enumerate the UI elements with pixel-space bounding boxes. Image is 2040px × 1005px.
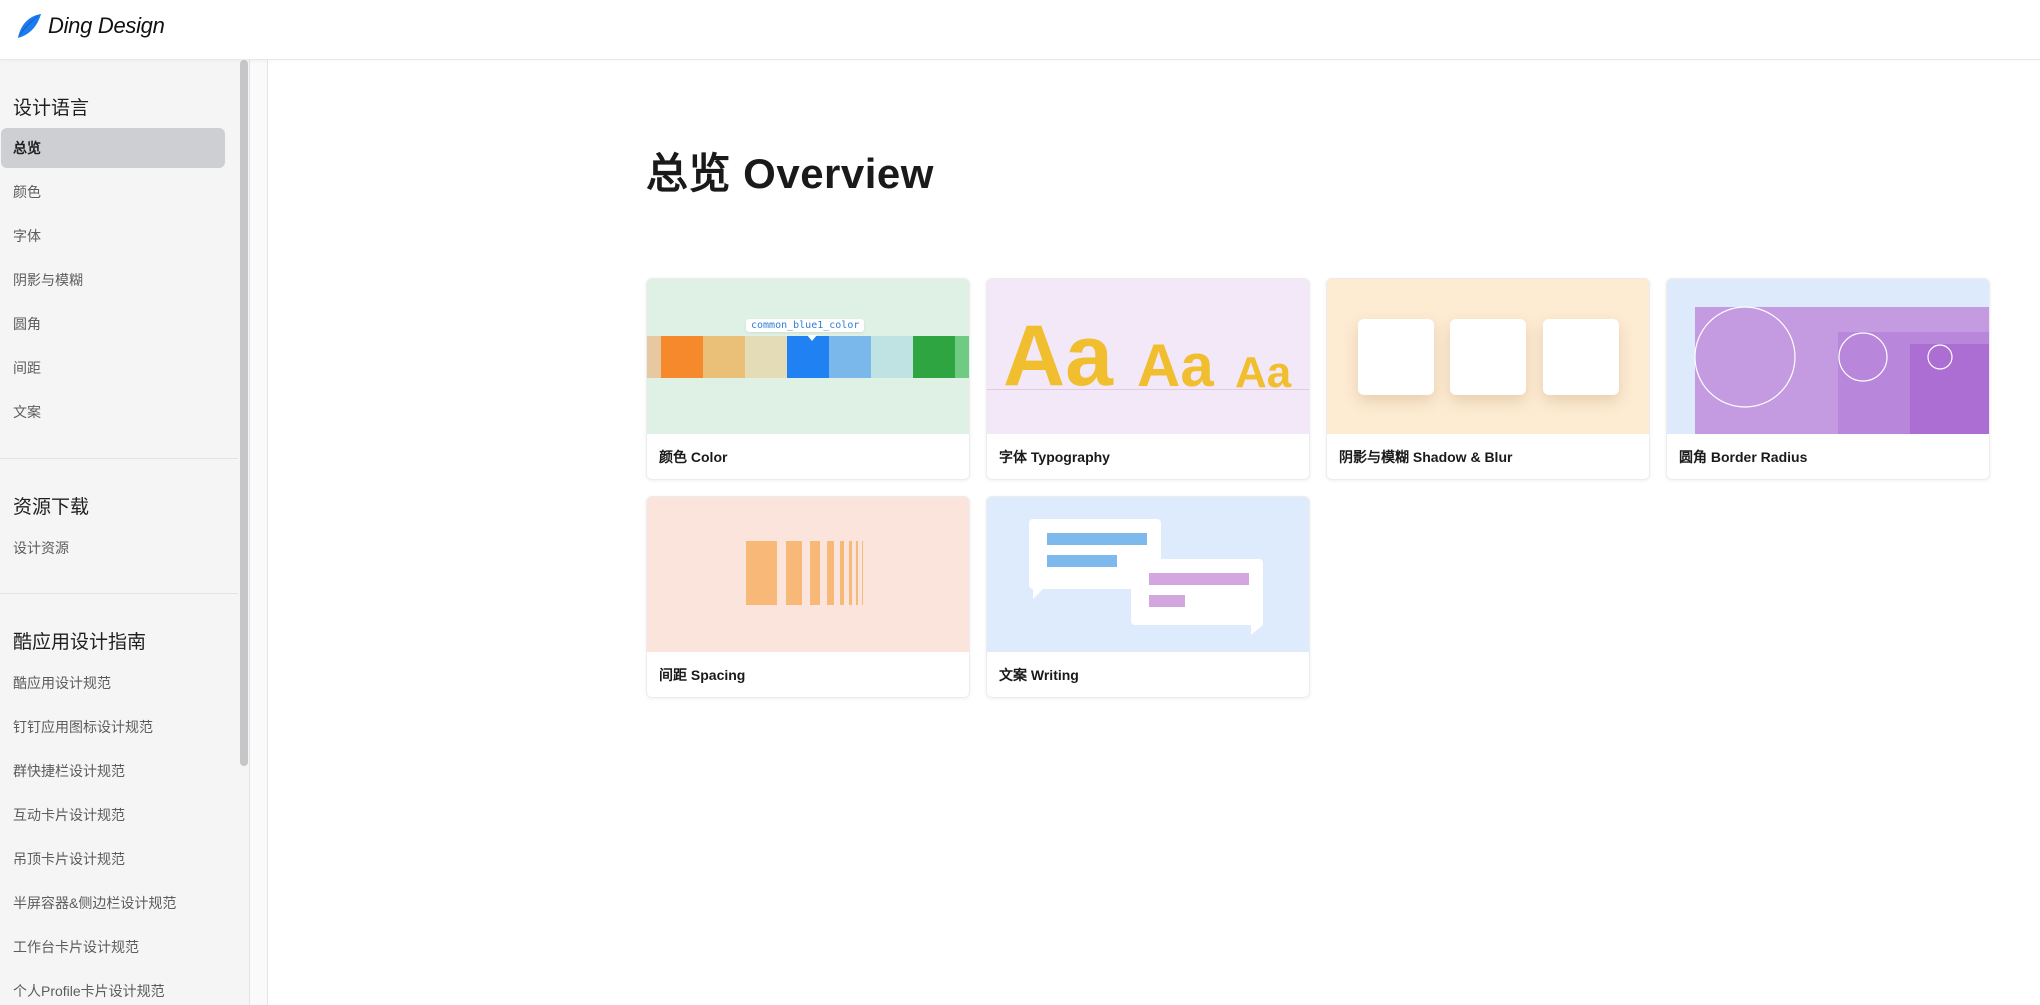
- color-swatch: [703, 336, 745, 378]
- card-label-typography: 字体 Typography: [999, 449, 1110, 465]
- color-swatch: [913, 336, 955, 378]
- color-swatch: [647, 336, 661, 378]
- sidebar-scrollbar[interactable]: [238, 60, 250, 1005]
- card-label-spacing: 间距 Spacing: [659, 667, 746, 683]
- color-swatch: [787, 336, 829, 378]
- ding-logo-icon: [18, 14, 41, 38]
- sidebar-item-group-shortcut-spec[interactable]: 群快捷栏设计规范: [1, 751, 225, 791]
- color-swatch: [661, 336, 703, 378]
- sidebar-item-interactive-card-spec[interactable]: 互动卡片设计规范: [1, 795, 225, 835]
- sidebar-gutter: [250, 60, 268, 1005]
- shadow-sample-box: [1543, 319, 1619, 395]
- card-label-color: 颜色 Color: [659, 449, 728, 465]
- sidebar-item-app-icon-spec[interactable]: 钉钉应用图标设计规范: [1, 707, 225, 747]
- logo-text: Ding Design: [48, 13, 165, 38]
- shadow-sample-box: [1450, 319, 1526, 395]
- sidebar-divider: [0, 458, 238, 459]
- sidebar-divider: [0, 593, 238, 594]
- card-shadow-preview: [1327, 279, 1649, 434]
- logo[interactable]: Ding Design: [14, 12, 165, 40]
- color-swatch: [829, 336, 871, 378]
- top-header: Ding Design: [0, 0, 2040, 60]
- sidebar-item-profile-card-spec[interactable]: 个人Profile卡片设计规范: [1, 971, 225, 1005]
- color-swatch: [955, 336, 969, 378]
- sidebar-item-color[interactable]: 颜色: [1, 172, 225, 212]
- spacing-bar: [827, 541, 834, 605]
- card-label-writing: 文案 Writing: [999, 667, 1079, 683]
- typography-sample-medium: Aa: [1137, 332, 1214, 399]
- sidebar-group-title-cool-app-guide: 酷应用设计指南: [13, 632, 147, 653]
- sidebar-group-title-resources: 资源下载: [13, 497, 90, 518]
- sidebar-item-border-radius[interactable]: 圆角: [1, 304, 225, 344]
- spacing-bar: [746, 541, 777, 605]
- spacing-bar: [856, 541, 858, 605]
- shadow-sample-box: [1358, 319, 1434, 395]
- sidebar-item-half-screen-spec[interactable]: 半屏容器&侧边栏设计规范: [1, 883, 225, 923]
- card-color[interactable]: common_blue1_color 颜色 Color: [646, 278, 970, 480]
- spacing-bar: [786, 541, 802, 605]
- card-border-radius[interactable]: 圆角 Border Radius: [1666, 278, 1990, 480]
- sidebar-item-workbench-card-spec[interactable]: 工作台卡片设计规范: [1, 927, 225, 967]
- sidebar-item-overview[interactable]: 总览: [1, 128, 225, 168]
- card-color-preview: common_blue1_color: [647, 279, 969, 434]
- sidebar-item-writing[interactable]: 文案: [1, 392, 225, 432]
- spacing-bar: [810, 541, 820, 605]
- spacing-bar: [862, 541, 863, 605]
- sidebar-item-cool-app-spec[interactable]: 酷应用设计规范: [1, 663, 225, 703]
- radius-illustration: [1694, 306, 1989, 434]
- sidebar-scrollbar-thumb[interactable]: [240, 60, 248, 766]
- card-writing[interactable]: 文案 Writing: [986, 496, 1310, 698]
- color-token-tooltip: common_blue1_color: [746, 319, 865, 332]
- writing-illustration: [1029, 519, 1263, 635]
- tooltip-arrow: [807, 335, 817, 341]
- spacing-bar: [849, 541, 852, 605]
- card-shadow-blur[interactable]: 阴影与模糊 Shadow & Blur: [1326, 278, 1650, 480]
- sidebar-item-typography[interactable]: 字体: [1, 216, 225, 256]
- color-swatch-row: [647, 336, 969, 378]
- typography-sample-small: Aa: [1235, 348, 1292, 397]
- sidebar: 设计语言 总览 颜色 字体 阴影与模糊 圆角 间距 文案 资源下载 设计资源 酷…: [0, 60, 238, 1005]
- color-swatch: [745, 336, 787, 378]
- page-title: 总览 Overview: [646, 150, 934, 197]
- sidebar-item-spacing[interactable]: 间距: [1, 348, 225, 388]
- card-spacing[interactable]: 间距 Spacing: [646, 496, 970, 698]
- color-swatch: [871, 336, 913, 378]
- typography-sample-large: Aa: [1003, 308, 1113, 404]
- spacing-bar: [840, 541, 844, 605]
- card-typography-preview: Aa Aa Aa: [987, 279, 1309, 434]
- sidebar-group-title-design-language: 设计语言: [13, 98, 90, 119]
- sidebar-item-top-card-spec[interactable]: 吊顶卡片设计规范: [1, 839, 225, 879]
- card-writing-preview: [987, 497, 1309, 652]
- card-typography[interactable]: Aa Aa Aa 字体 Typography: [986, 278, 1310, 480]
- sidebar-item-design-resources[interactable]: 设计资源: [1, 528, 225, 568]
- card-label-shadow-blur: 阴影与模糊 Shadow & Blur: [1339, 449, 1513, 465]
- sidebar-item-shadow-blur[interactable]: 阴影与模糊: [1, 260, 225, 300]
- card-label-border-radius: 圆角 Border Radius: [1679, 449, 1808, 465]
- card-radius-preview: [1667, 279, 1989, 434]
- card-spacing-preview: [647, 497, 969, 652]
